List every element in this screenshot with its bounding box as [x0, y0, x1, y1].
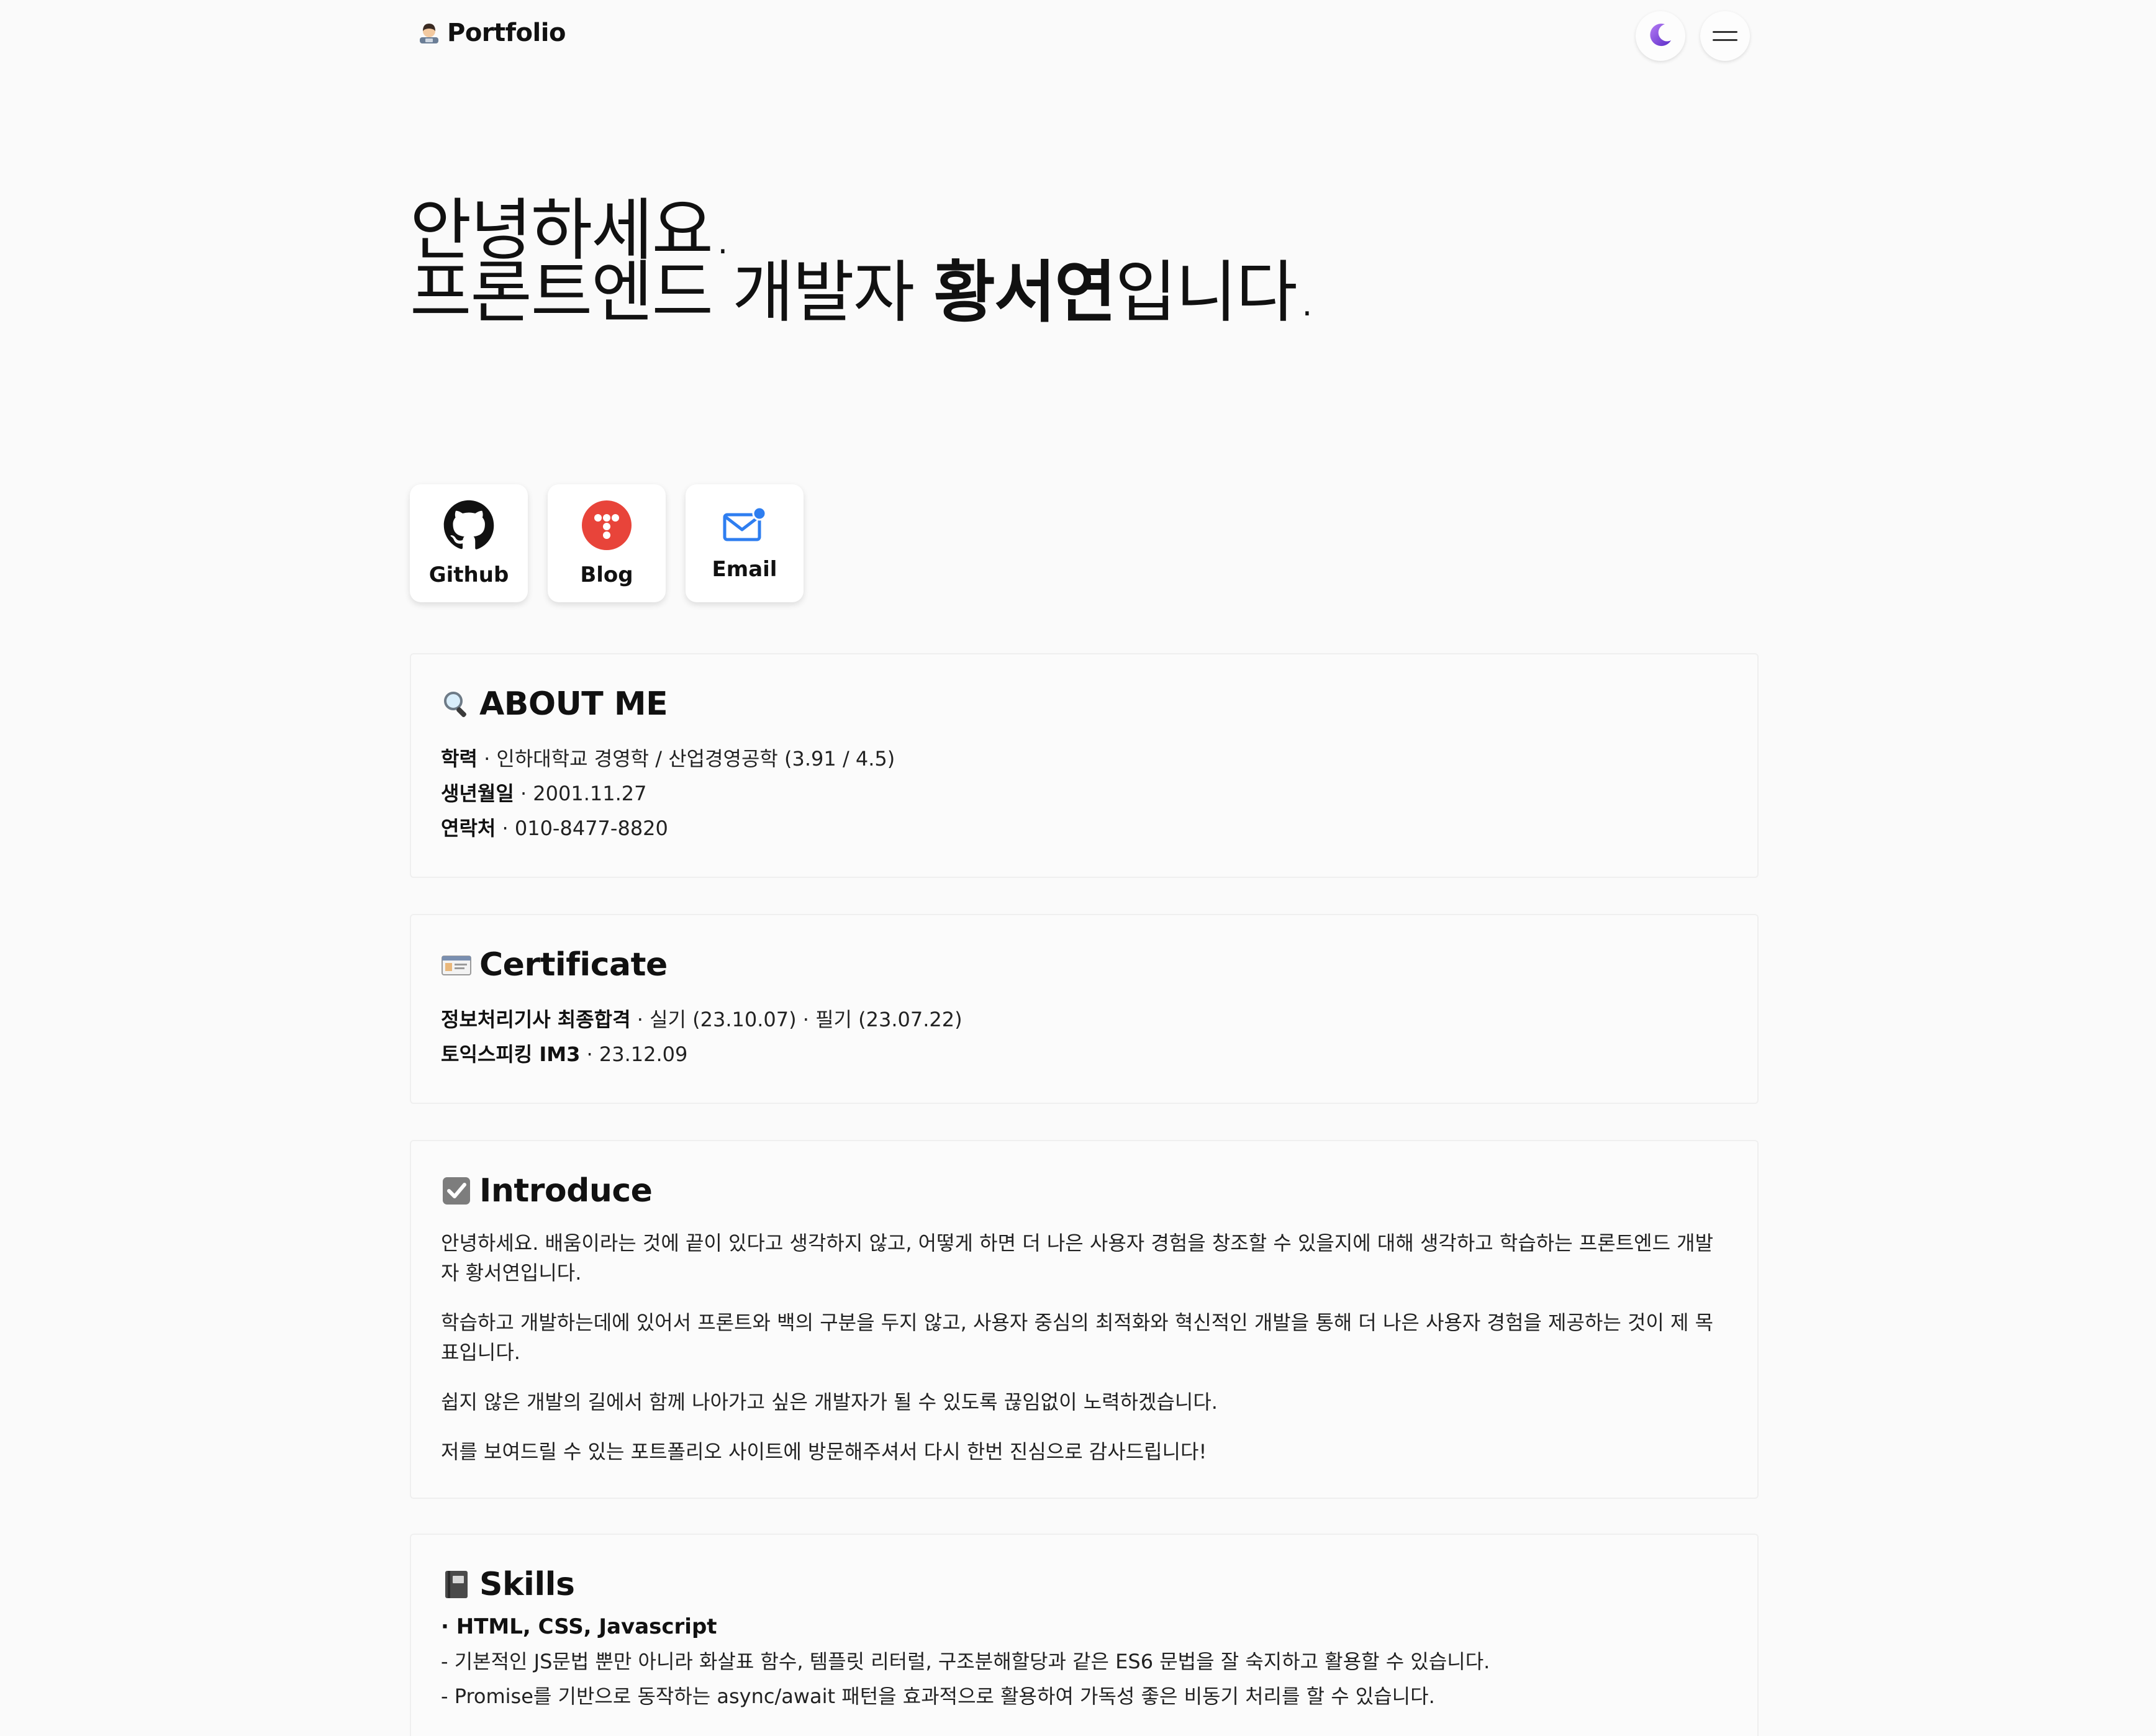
skills-section: Skills · HTML, CSS, Javascript - 기본적인 JS…	[410, 1534, 1759, 1736]
brand-title: Portfolio	[447, 19, 566, 47]
introduce-paragraph: 쉽지 않은 개발의 길에서 함께 나아가고 싶은 개발자가 될 수 있도록 끊임…	[441, 1390, 1218, 1414]
hero-line-2: 프론트엔드 개발자 황서연입니다.	[410, 260, 1318, 327]
certificate-row-value: 23.12.09	[599, 1042, 688, 1066]
magnifier-icon	[441, 689, 472, 720]
mail-icon	[721, 505, 768, 548]
certificate-section: Certificate 정보처리기사 최종합격 · 실기 (23.10.07) …	[410, 914, 1759, 1104]
email-link[interactable]: Email	[686, 484, 804, 602]
about-row-value: 인하대학교 경영학 / 산업경영공학 (3.91 / 4.5)	[496, 747, 895, 771]
blog-label: Blog	[580, 563, 633, 587]
about-row-value: 010-8477-8820	[514, 816, 668, 840]
hero-line-2-prefix: 프론트엔드 개발자	[410, 254, 934, 332]
skills-title-text: Skills	[479, 1566, 575, 1603]
top-header: Portfolio	[0, 0, 2156, 75]
certificate-title-text: Certificate	[479, 946, 668, 983]
theme-toggle-button[interactable]	[1636, 11, 1685, 61]
github-link[interactable]: Github	[410, 484, 528, 602]
certificate-row-engineer: 정보처리기사 최종합격 · 실기 (23.10.07) · 필기 (23.07.…	[441, 1008, 962, 1031]
notebook-icon	[441, 1569, 472, 1600]
about-section: ABOUT ME 학력 · 인하대학교 경영학 / 산업경영공학 (3.91 /…	[410, 653, 1759, 878]
email-label: Email	[712, 557, 777, 582]
about-row-birthday: 생년월일 · 2001.11.27	[441, 782, 647, 805]
certificate-row-key: 정보처리기사 최종합격	[441, 1008, 631, 1031]
about-title-text: ABOUT ME	[479, 685, 668, 723]
about-row-value: 2001.11.27	[533, 782, 647, 805]
check-box-icon	[441, 1175, 472, 1206]
introduce-section: Introduce 안녕하세요. 배움이라는 것에 끝이 있다고 생각하지 않고…	[410, 1140, 1759, 1499]
id-card-icon	[441, 949, 472, 980]
certificate-row-toeic: 토익스피킹 IM3 · 23.12.09	[441, 1042, 688, 1066]
introduce-title: Introduce	[441, 1172, 1720, 1209]
skill-group-title: · HTML, CSS, Javascript	[441, 1614, 717, 1639]
hamburger-menu-icon	[1713, 25, 1737, 47]
brand-link[interactable]: Portfolio	[417, 19, 566, 47]
introduce-paragraph: 저를 보여드릴 수 있는 포트폴리오 사이트에 방문해주셔서 다시 한번 진심으…	[441, 1440, 1207, 1463]
about-row-key: 학력	[441, 747, 478, 771]
about-title: ABOUT ME	[441, 685, 1728, 723]
about-row-key: 생년월일	[441, 782, 514, 805]
skills-title: Skills	[441, 1566, 1728, 1603]
certificate-row-value: 실기 (23.10.07) · 필기 (23.07.22)	[650, 1008, 962, 1031]
social-links: Github Blog Email	[410, 484, 804, 602]
github-icon	[443, 499, 495, 554]
skill-line: - Promise를 기반으로 동작하는 async/await 패턴을 효과적…	[441, 1684, 1435, 1708]
tistory-icon	[581, 499, 633, 554]
moon-icon	[1646, 20, 1675, 52]
menu-button[interactable]	[1700, 11, 1750, 61]
certificate-title: Certificate	[441, 946, 1728, 983]
introduce-title-text: Introduce	[479, 1172, 653, 1209]
about-row-education: 학력 · 인하대학교 경영학 / 산업경영공학 (3.91 / 4.5)	[441, 747, 895, 771]
skill-line: - 기본적인 JS문법 뿐만 아니라 화살표 함수, 템플릿 리터럴, 구조분해…	[441, 1650, 1490, 1673]
certificate-row-key: 토익스피킹 IM3	[441, 1042, 581, 1066]
hero-name: 황서연	[933, 254, 1116, 332]
portfolio-page: Portfolio 안녕하세요. 프론트엔드 개발자 황서연입니다. Githu…	[0, 0, 2156, 1736]
introduce-paragraph: 안녕하세요. 배움이라는 것에 끝이 있다고 생각하지 않고, 어떻게 하면 더…	[441, 1231, 1714, 1285]
blog-link[interactable]: Blog	[548, 484, 666, 602]
about-row-contact: 연락처 · 010-8477-8820	[441, 816, 668, 840]
introduce-paragraph: 학습하고 개발하는데에 있어서 프론트와 백의 구분을 두지 않고, 사용자 중…	[441, 1311, 1714, 1364]
github-label: Github	[428, 563, 509, 587]
hero-line-2-suffix: 입니다.	[1115, 254, 1318, 332]
about-row-key: 연락처	[441, 816, 496, 840]
hero-greeting: 안녕하세요. 프론트엔드 개발자 황서연입니다.	[410, 192, 1318, 327]
woman-technologist-icon	[417, 21, 441, 45]
hero-line-1: 안녕하세요.	[410, 192, 733, 269]
